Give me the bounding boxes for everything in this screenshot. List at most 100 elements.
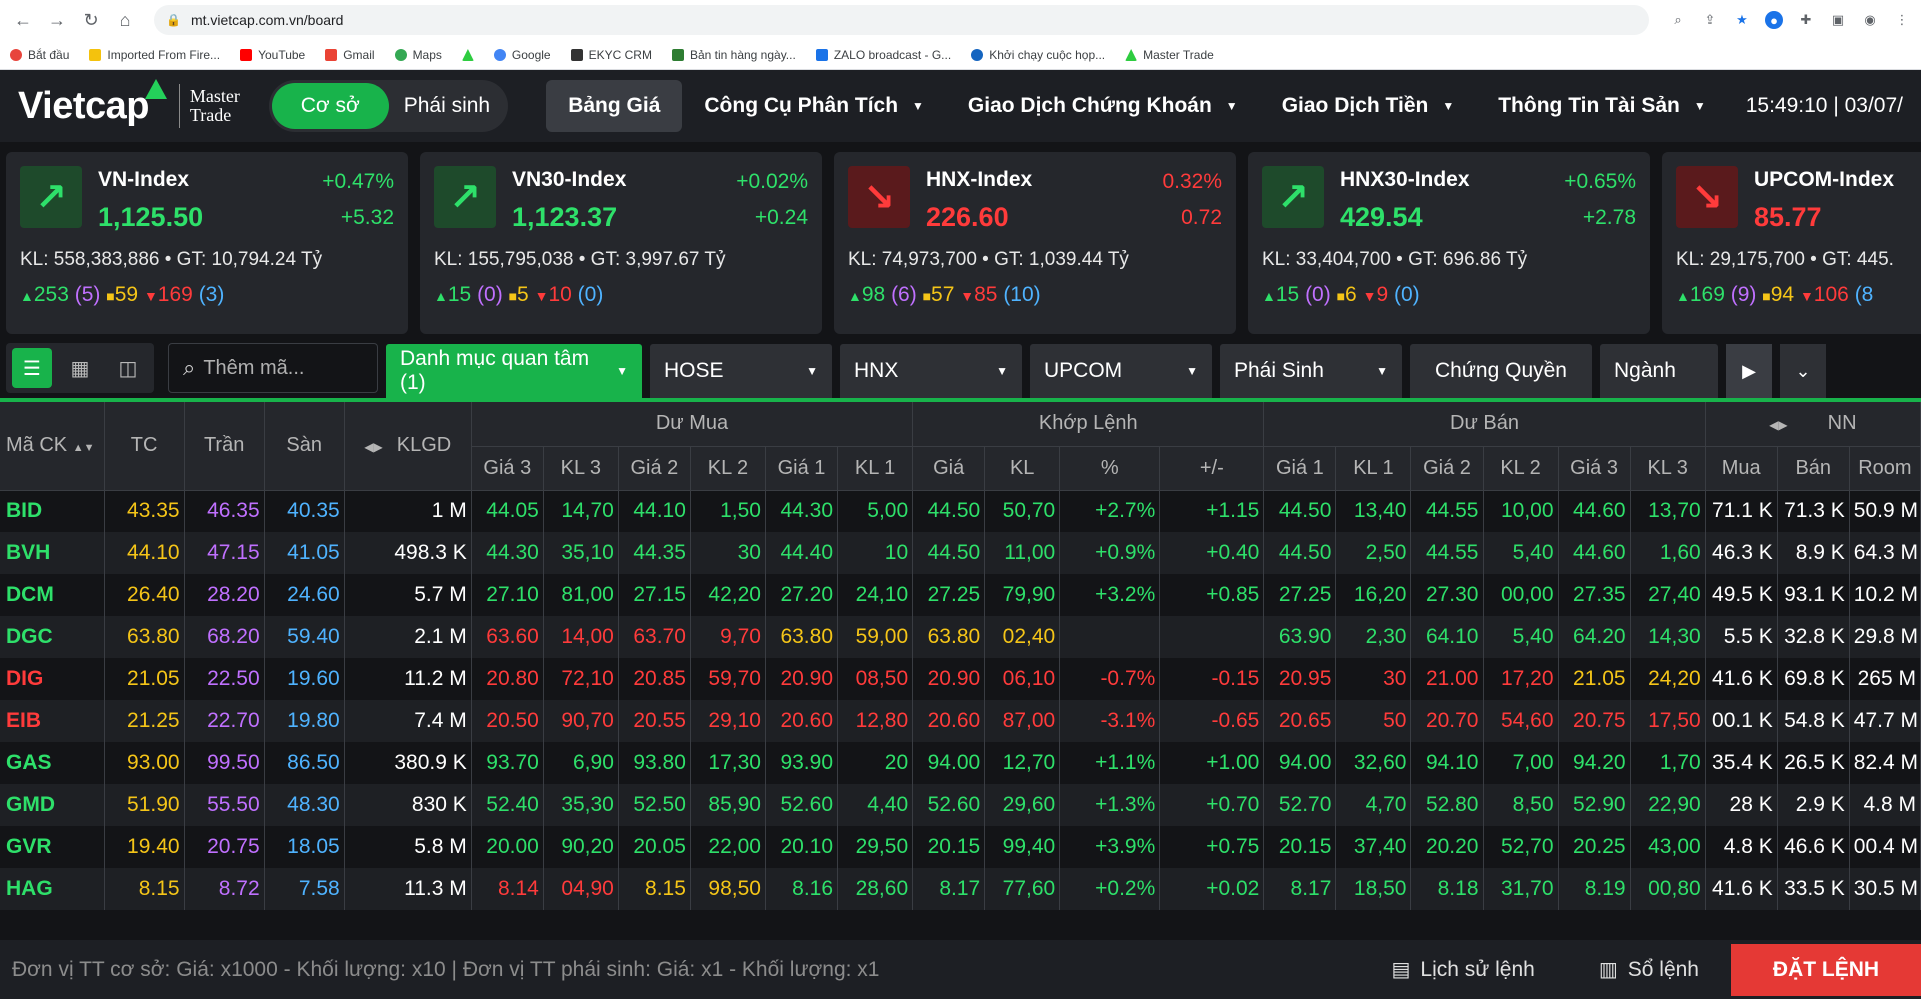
table-row[interactable]: DCM 26.40 28.20 24.60 5.7 M 27.10 81,00 27.15 42…	[0, 574, 1921, 616]
quote-cell: 79,90	[984, 574, 1061, 616]
quote-cell: 1,60	[1630, 532, 1706, 574]
reload-icon[interactable]: ↻	[78, 7, 104, 33]
bookmark[interactable]	[461, 49, 474, 61]
scroll-right-icon[interactable]: ▶	[1726, 344, 1772, 398]
bookmark[interactable]: ZALO broadcast - G...	[815, 48, 951, 62]
puzzle-icon[interactable]: ✚	[1797, 11, 1815, 29]
quote-cell: 13,40	[1335, 490, 1412, 532]
table-row[interactable]: GMD 51.90 55.50 48.30 830 K 52.40 35,30 52.50 85…	[0, 784, 1921, 826]
caret-down-icon: ▼	[912, 99, 924, 113]
index-card[interactable]: ↗ VN30-Index 1,123.37 +0.02% +0.24 KL: 1…	[420, 152, 822, 334]
index-card[interactable]: ↘ HNX-Index 226.60 0.32% 0.72 KL: 74,973…	[834, 152, 1236, 334]
bookmark[interactable]: Bản tin hàng ngày...	[671, 48, 796, 62]
col-mack[interactable]: Mã CK ▲▼	[0, 402, 105, 491]
quote-cell: 46.3 K	[1705, 532, 1778, 574]
caret-down-icon: ▼	[1186, 364, 1198, 378]
place-order-button[interactable]: ĐẶT LỆNH	[1731, 943, 1921, 996]
quote-cell: 28 K	[1705, 784, 1778, 826]
sidepanel-icon[interactable]: ▣	[1829, 11, 1847, 29]
segment-phai-sinh[interactable]: Phái sinh	[389, 83, 506, 129]
profile-icon[interactable]: ◉	[1861, 11, 1879, 29]
vietcap-logo[interactable]: Vietcap	[18, 78, 167, 128]
bookmark[interactable]: Master Trade	[1125, 48, 1214, 62]
quote-cell: 94.20	[1558, 742, 1631, 784]
extension-icon[interactable]: ●	[1765, 11, 1783, 29]
board-toolbar: ☰ ▦ ◫ ⌕ Danh mục quan tâm (1)▼ HOSE▼ HNX…	[0, 338, 1921, 402]
quote-cell: 24,20	[1630, 658, 1706, 700]
menu-thong-tin-tai-san[interactable]: Thông Tin Tài Sản ▼	[1476, 80, 1728, 132]
hose-dropdown[interactable]: HOSE ▼	[650, 344, 832, 398]
menu-giao-dich-tien[interactable]: Giao Dịch Tiền ▼	[1260, 80, 1477, 132]
up-triangle-icon: ▲	[434, 288, 448, 304]
subheader-cell: Giá 3	[1558, 446, 1631, 491]
hnx-dropdown[interactable]: HNX ▼	[840, 344, 1022, 398]
main-menu: Bảng Giá Công Cụ Phân Tích ▼ Giao Dịch Ch…	[546, 80, 1728, 132]
forward-icon[interactable]: →	[44, 7, 70, 33]
quote-cell: 27.15	[618, 574, 691, 616]
phai-sinh-dropdown[interactable]: Phái Sinh ▼	[1220, 344, 1402, 398]
quote-cell: 5,00	[837, 490, 914, 532]
grid-view-icon[interactable]: ▦	[60, 348, 100, 388]
menu-giao-dich-chung-khoan[interactable]: Giao Dịch Chứng Khoán ▼	[946, 80, 1260, 132]
index-pct-change: +0.02%	[736, 170, 808, 193]
table-row[interactable]: DGC 63.80 68.20 59.40 2.1 M 63.60 14,00 63.70 9,…	[0, 616, 1921, 658]
quote-cell: 33.5 K	[1777, 868, 1850, 910]
quote-cell: 20.90	[912, 658, 986, 700]
flat-square-icon: ■	[106, 288, 115, 304]
quote-cell: 00.1 K	[1705, 700, 1778, 742]
bookmark[interactable]: Google	[493, 48, 551, 62]
expand-chevron-icon[interactable]: ⌄	[1780, 344, 1826, 398]
list-view-icon[interactable]: ☰	[12, 348, 52, 388]
upcom-dropdown[interactable]: UPCOM ▼	[1030, 344, 1212, 398]
index-card[interactable]: ↗ HNX30-Index 429.54 +0.65% +2.78 KL: 33…	[1248, 152, 1650, 334]
quote-cell: 18,50	[1335, 868, 1412, 910]
quote-cell: 85,90	[690, 784, 766, 826]
segment-co-so[interactable]: Cơ sở	[271, 83, 389, 129]
index-card[interactable]: ↗ VN-Index 1,125.50 +0.47% +5.32 KL: 558…	[6, 152, 408, 334]
menu-dots-icon[interactable]: ⋮	[1893, 11, 1911, 29]
search-icon: ⌕	[183, 355, 196, 380]
bookmark[interactable]: Bắt đầu	[10, 48, 69, 62]
watchlist-dropdown[interactable]: Danh mục quan tâm (1) ▼	[386, 344, 642, 398]
star-icon[interactable]: ★	[1733, 11, 1751, 29]
chart-view-icon[interactable]: ◫	[108, 348, 148, 388]
quote-cell: 08,50	[837, 658, 914, 700]
quote-cell: +0.75	[1159, 826, 1265, 868]
table-row[interactable]: HAG 8.15 8.72 7.58 11.3 M 8.14 04,90 8.15 98,50 8…	[0, 868, 1921, 910]
share-icon[interactable]: ⇪	[1701, 11, 1719, 29]
table-row[interactable]: BVH 44.10 47.15 41.05 498.3 K 44.30 35,10 44.35…	[0, 532, 1921, 574]
zoom-icon[interactable]: ⌕	[1669, 11, 1687, 29]
menu-cong-cu-phan-tich[interactable]: Công Cụ Phân Tích ▼	[682, 80, 946, 132]
menu-bang-gia[interactable]: Bảng Giá	[546, 80, 683, 132]
collapse-columns-icon[interactable]: ◀▶	[364, 440, 382, 454]
symbol-cell: GMD	[0, 784, 105, 826]
order-history-button[interactable]: ▤ Lịch sử lệnh	[1359, 940, 1566, 999]
index-breadth: ▲15 (0) ■5 ▼10 (0)	[434, 283, 604, 306]
back-icon[interactable]: ←	[10, 7, 36, 33]
table-row[interactable]: DIG 21.05 22.50 19.60 11.2 M 20.80 72,10 20.85 5…	[0, 658, 1921, 700]
collapse-nn-icon[interactable]: ◀▶	[1769, 418, 1787, 432]
bookmark[interactable]: Imported From Fire...	[89, 48, 220, 62]
search-input[interactable]	[203, 356, 354, 380]
chung-quyen-tab[interactable]: Chứng Quyền	[1410, 344, 1592, 398]
bookmark[interactable]: YouTube	[240, 48, 305, 62]
bookmark[interactable]: Khởi chạy cuộc họp...	[971, 48, 1105, 62]
order-book-button[interactable]: ▥ Sổ lệnh	[1567, 940, 1731, 999]
subheader-cell: Bán	[1777, 446, 1850, 491]
index-volume-value: KL: 33,404,700 • GT: 696.86 Tỷ	[1262, 249, 1528, 270]
index-card[interactable]: ↘ UPCOM-Index 85.77 KL: 29,175,700 • GT:…	[1662, 152, 1921, 334]
address-bar[interactable]: 🔒 mt.vietcap.com.vn/board	[154, 5, 1649, 35]
quote-cell: +0.9%	[1059, 532, 1161, 574]
quote-cell: 98,50	[690, 868, 766, 910]
nganh-tab[interactable]: Ngành	[1600, 344, 1718, 398]
bookmark[interactable]: EKYC CRM	[570, 48, 652, 62]
table-row[interactable]: BID 43.35 46.35 40.35 1 M 44.05 14,70 44.10 1,50…	[0, 490, 1921, 532]
home-icon[interactable]: ⌂	[112, 7, 138, 33]
quote-cell: 21.05	[1558, 658, 1631, 700]
bookmark[interactable]: Maps	[394, 48, 442, 62]
table-row[interactable]: GVR 19.40 20.75 18.05 5.8 M 20.00 90,20 20.05 22…	[0, 826, 1921, 868]
table-row[interactable]: GAS 93.00 99.50 86.50 380.9 K 93.70 6,90 93.80 1…	[0, 742, 1921, 784]
bookmark[interactable]: Gmail	[325, 48, 375, 62]
table-row[interactable]: EIB 21.25 22.70 19.80 7.4 M 20.50 90,70 20.55 29…	[0, 700, 1921, 742]
quote-cell: 10	[837, 532, 914, 574]
